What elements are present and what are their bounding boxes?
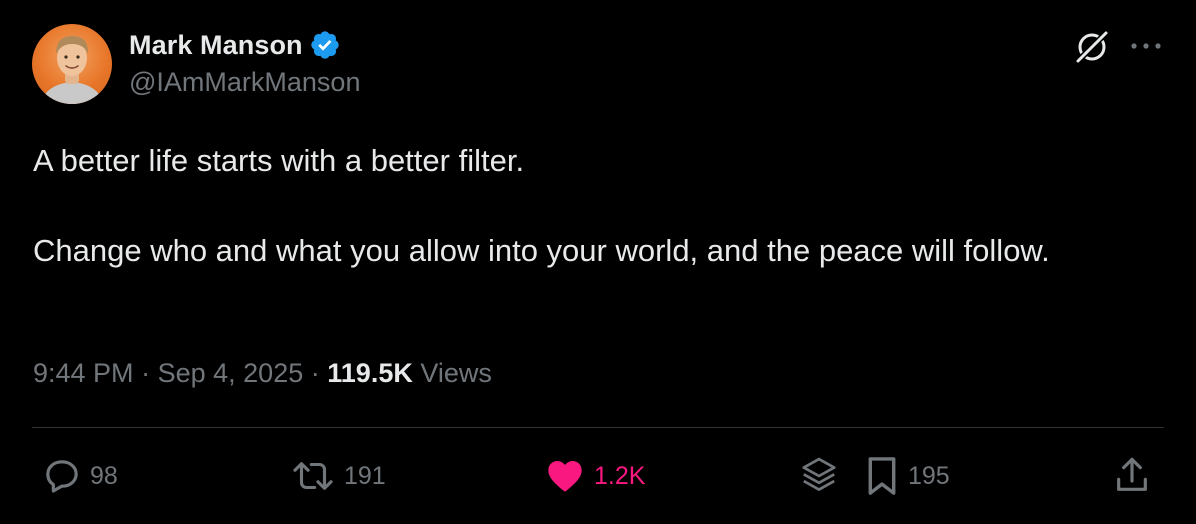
more-icon[interactable] <box>1126 30 1166 62</box>
handle[interactable]: @IAmMarkManson <box>129 67 360 98</box>
heart-icon <box>544 456 586 496</box>
share-button[interactable] <box>1112 452 1152 500</box>
views-label: Views <box>420 358 492 388</box>
divider <box>32 427 1164 428</box>
tweet-meta: 9:44 PM · Sep 4, 2025 · 119.5K Views <box>33 358 492 389</box>
tweet-paragraph: A better life starts with a better filte… <box>33 143 525 178</box>
author-info: Mark Manson @IAmMarkManson <box>129 27 360 98</box>
bookmark-count: 195 <box>908 461 950 490</box>
tweet-text: A better life starts with a better filte… <box>33 138 1143 273</box>
views-count: 119.5K <box>327 358 413 388</box>
reply-icon <box>42 456 82 496</box>
tweet-time[interactable]: 9:44 PM <box>33 358 134 388</box>
bookmark-button[interactable]: 195 <box>864 452 950 500</box>
tweet-date[interactable]: Sep 4, 2025 <box>158 358 304 388</box>
reply-button[interactable]: 98 <box>42 452 118 500</box>
grok-icon[interactable] <box>1072 26 1112 66</box>
layers-icon <box>798 454 840 498</box>
bookmark-icon <box>864 454 900 498</box>
share-icon <box>1112 454 1152 498</box>
reply-count: 98 <box>90 461 118 490</box>
repost-icon <box>290 456 336 496</box>
avatar[interactable] <box>32 24 112 104</box>
repost-button[interactable]: 191 <box>290 452 386 500</box>
like-button[interactable]: 1.2K <box>544 452 645 500</box>
display-name[interactable]: Mark Manson <box>129 30 303 61</box>
meta-separator: · <box>310 358 320 388</box>
like-count: 1.2K <box>594 461 646 490</box>
repost-count: 191 <box>344 461 386 490</box>
meta-separator: · <box>141 358 151 388</box>
verified-badge-icon[interactable] <box>309 29 341 61</box>
action-bar: 98 191 1.2K 195 <box>0 452 1196 500</box>
tweet-paragraph: Change who and what you allow into your … <box>33 233 1050 268</box>
grok-analyze-button[interactable] <box>798 452 840 500</box>
name-row: Mark Manson <box>129 27 360 63</box>
